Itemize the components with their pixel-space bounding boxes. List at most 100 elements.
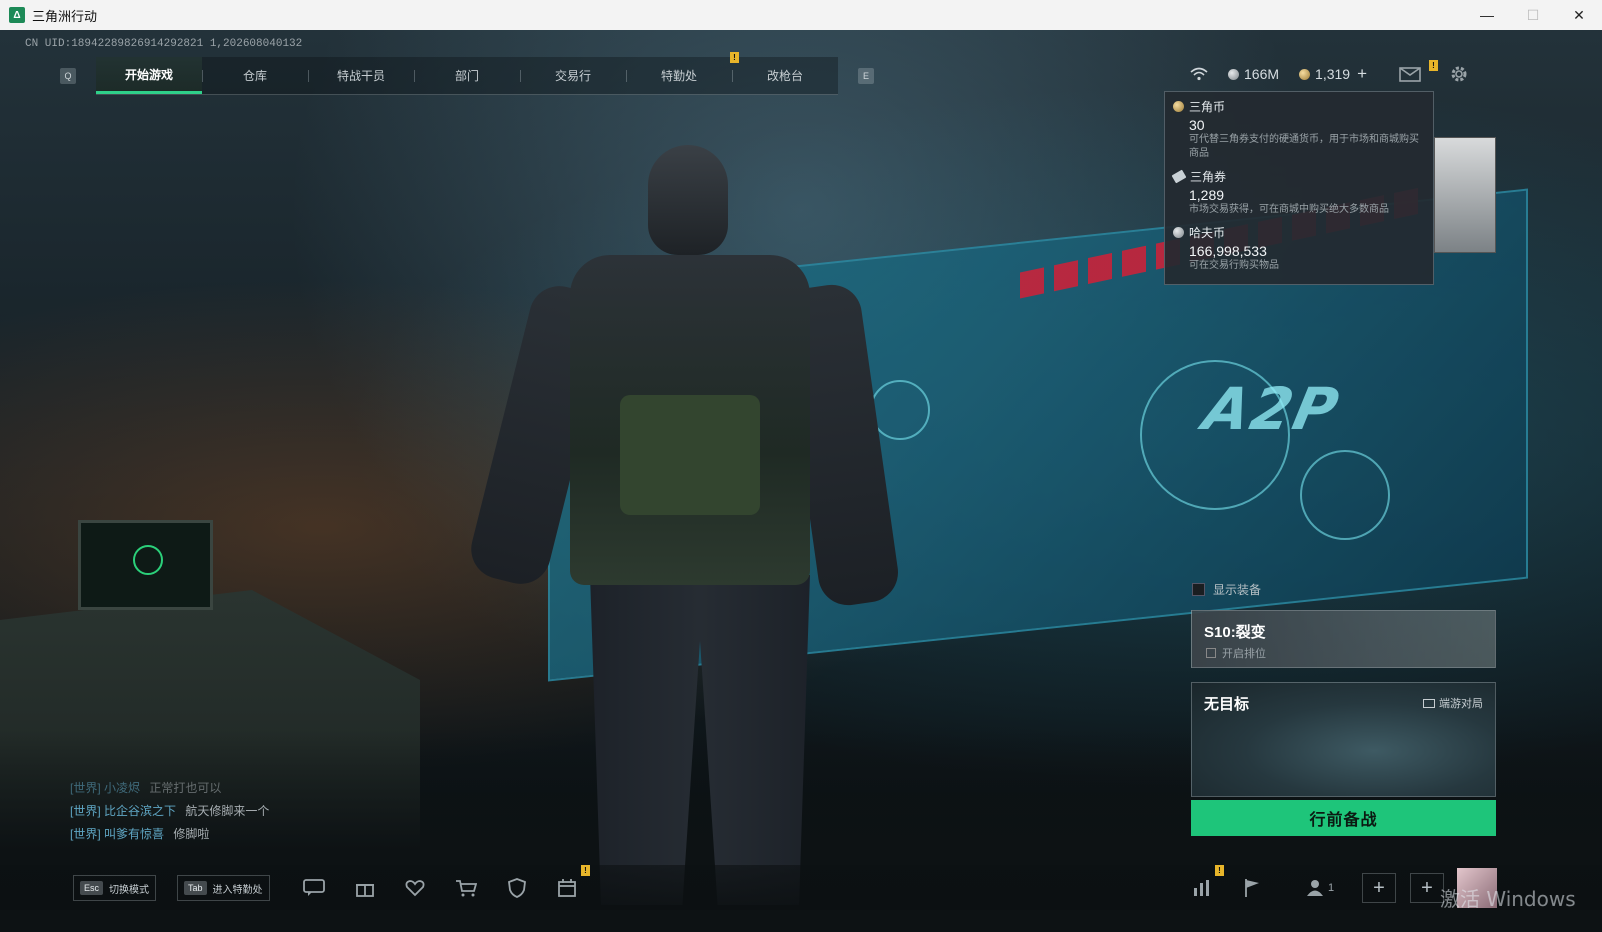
window-title: 三角洲行动 <box>32 8 98 24</box>
world-chat[interactable]: [世界] 小凌烬 正常打也可以 [世界] 比企谷滨之下 航天修脚来一个 [世界]… <box>70 777 269 846</box>
calendar-notice-badge: ! <box>581 865 590 876</box>
currency-item: 哈夫币 166,998,533 可在交易行购买物品 <box>1173 224 1425 273</box>
wifi-icon <box>1190 67 1208 81</box>
tab-department[interactable]: 部门 <box>414 57 520 94</box>
show-equipment-toggle[interactable]: 显示装备 <box>1192 581 1261 598</box>
topup-plus-button[interactable]: + <box>1357 64 1367 84</box>
chat-text: 航天修脚来一个 <box>185 804 270 818</box>
haf-coin-icon <box>1173 227 1184 238</box>
status-bar: 166M 1,319 + <box>1190 62 1489 86</box>
windows-activation-watermark: 激活 Windows <box>1440 887 1576 911</box>
mail-icon[interactable] <box>1399 66 1421 82</box>
promo-item-thumbnail[interactable] <box>1434 137 1496 253</box>
haf-coin-balance[interactable]: 166M <box>1228 66 1279 82</box>
match-mode: 端游对局 <box>1423 695 1483 711</box>
chat-text: 修脚啦 <box>173 827 210 841</box>
currency-amount: 1,289 <box>1189 187 1225 203</box>
heart-icon[interactable] <box>403 877 427 899</box>
delta-coin-icon <box>1299 68 1311 80</box>
chat-sender: 小凌烬 <box>104 781 141 795</box>
delta-coin-icon <box>1173 101 1184 112</box>
enter-special-ops-button[interactable]: Tab 进入特勤处 <box>177 875 270 901</box>
esc-key-hint: Esc <box>80 881 104 895</box>
chat-message: [世界] 小凌烬 正常打也可以 <box>70 777 269 800</box>
currency-desc: 可在交易行购买物品 <box>1189 260 1279 271</box>
invite-slot-button[interactable]: + <box>1410 873 1444 903</box>
desk-monitor <box>78 520 213 610</box>
tab-special-ops[interactable]: 特勤处 <box>626 57 732 94</box>
shield-icon[interactable] <box>505 877 529 899</box>
shop-cart-icon[interactable] <box>454 877 478 899</box>
team-icon <box>1306 880 1323 896</box>
lock-icon <box>1206 648 1216 658</box>
haf-coin-amount: 166M <box>1244 66 1280 82</box>
operator-mask <box>648 145 728 255</box>
currency-desc: 市场交易获得，可在商城中购买绝大多数商品 <box>1189 204 1389 215</box>
tab-key-hint: Tab <box>184 881 207 895</box>
gift-icon[interactable] <box>353 877 377 899</box>
delta-coin-balance[interactable]: 1,319 + <box>1299 64 1367 84</box>
gear-icon[interactable] <box>1449 64 1469 84</box>
chat-channel: [世界] <box>70 781 101 795</box>
calendar-icon[interactable] <box>555 877 579 899</box>
tab-start-game[interactable]: 开始游戏 <box>96 57 202 94</box>
team-members[interactable]: 1 <box>1300 877 1340 899</box>
ranked-unlock-label: 开启排位 <box>1222 648 1266 660</box>
stats-notice-badge: ! <box>1215 865 1224 876</box>
ranked-unlock: 开启排位 <box>1206 645 1266 661</box>
chat-channel: [世界] <box>70 827 101 841</box>
switch-mode-label: 切换模式 <box>109 884 150 896</box>
switch-mode-button[interactable]: Esc 切换模式 <box>73 875 157 901</box>
mail-notice-badge: ! <box>1429 60 1438 71</box>
show-equipment-label: 显示装备 <box>1213 583 1262 597</box>
match-mode-label: 端游对局 <box>1439 698 1483 710</box>
operator-legs <box>590 575 810 905</box>
app-logo-icon: Δ <box>9 7 25 23</box>
invite-slot-button[interactable]: + <box>1362 873 1396 903</box>
department-notice-badge: ! <box>730 52 739 63</box>
season-card[interactable]: S10:裂变 开启排位 <box>1191 610 1496 668</box>
chat-icon[interactable] <box>302 877 326 899</box>
chat-text: 正常打也可以 <box>149 781 222 795</box>
bottom-bar: Esc 切换模式 Tab 进入特勤处 1 + + <box>0 865 1602 910</box>
currency-item: 三角币 30 可代替三角券支付的硬通货币，用于市场和商城购买商品 <box>1173 98 1425 161</box>
main-tabs: 开始游戏 仓库 特战干员 部门 交易行 特勤处 改枪台 <box>96 57 838 95</box>
currency-name: 哈夫币 <box>1189 226 1226 240</box>
flag-icon[interactable] <box>1240 877 1264 899</box>
pc-monitor-icon <box>1423 698 1435 708</box>
chat-message: [世界] 比企谷滨之下 航天修脚来一个 <box>70 800 269 823</box>
currency-amount: 166,998,533 <box>1189 243 1267 259</box>
map-select-card[interactable]: 无目标 端游对局 <box>1191 682 1496 797</box>
chat-message: [世界] 叫爹有惊喜 修脚啦 <box>70 823 269 846</box>
currency-amount: 30 <box>1189 117 1205 133</box>
key-hint-q: Q <box>60 68 76 84</box>
key-hint-e: E <box>858 68 874 84</box>
prepare-button[interactable]: 行前备战 <box>1191 800 1496 836</box>
player-uid: CN UID:18942289826914292821 1,2026080401… <box>25 38 303 50</box>
title-bar: Δ 三角洲行动 — ☐ ✕ <box>0 0 1602 30</box>
chat-sender: 叫爹有惊喜 <box>104 827 165 841</box>
operator-character <box>464 145 902 905</box>
currency-tooltip: 三角币 30 可代替三角券支付的硬通货币，用于市场和商城购买商品 三角券 1,2… <box>1164 91 1434 285</box>
close-button[interactable]: ✕ <box>1556 0 1602 30</box>
show-equipment-checkbox[interactable] <box>1192 583 1205 596</box>
team-count: 1 <box>1327 882 1335 894</box>
haf-coin-icon <box>1228 68 1239 80</box>
maximize-button[interactable]: ☐ <box>1510 0 1556 30</box>
season-title: S10:裂变 <box>1204 624 1266 641</box>
snowflake-ring <box>1300 450 1390 540</box>
tab-trading[interactable]: 交易行 <box>520 57 626 94</box>
map-title: 无目标 <box>1204 696 1250 713</box>
operator-vest <box>620 395 760 515</box>
stats-icon[interactable] <box>1190 877 1214 899</box>
tab-operators[interactable]: 特战干员 <box>308 57 414 94</box>
top-navigation: Q 开始游戏 仓库 特战干员 部门 交易行 特勤处 改枪台 E <box>60 56 874 96</box>
currency-desc: 可代替三角券支付的硬通货币，用于市场和商城购买商品 <box>1189 134 1419 159</box>
tab-warehouse[interactable]: 仓库 <box>202 57 308 94</box>
chat-sender: 比企谷滨之下 <box>104 804 177 818</box>
currency-name: 三角券 <box>1190 170 1227 184</box>
tab-gunsmith[interactable]: 改枪台 <box>732 57 838 94</box>
minimize-button[interactable]: — <box>1464 0 1510 30</box>
ticket-icon <box>1171 169 1187 184</box>
chat-channel: [世界] <box>70 804 101 818</box>
